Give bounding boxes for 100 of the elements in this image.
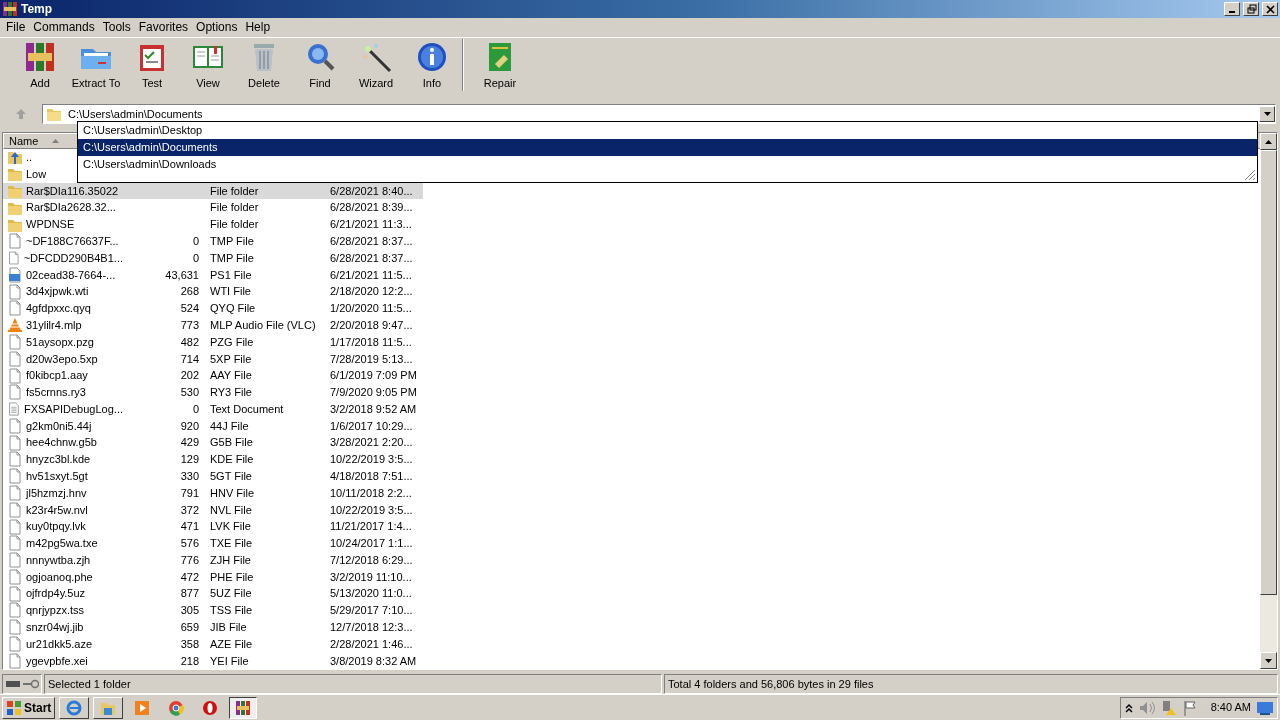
modified-date: 7/12/2018 6:29...	[330, 553, 413, 566]
flag-icon[interactable]	[1182, 699, 1197, 716]
file-row[interactable]: WPDNSE File folder 6/21/2021 11:3...	[3, 216, 423, 233]
file-row[interactable]: ..	[3, 149, 35, 166]
file-icon	[7, 602, 23, 619]
show-desktop-icon[interactable]	[1257, 700, 1273, 715]
file-name: 51aysopx.pzg	[26, 334, 94, 350]
suggestion-item[interactable]: C:\Users\admin\Downloads	[78, 156, 1257, 173]
file-name: ~DFCDD290B4B1...	[23, 250, 123, 266]
scroll-up-icon[interactable]	[1265, 139, 1272, 144]
file-row[interactable]: ~DFCDD290B4B1... 0 TMP File 6/28/2021 8:37...	[3, 249, 423, 267]
file-row[interactable]: snzr04wj.jib 659 JIB File 12/7/2018 12:3...	[3, 618, 423, 636]
modified-date: 11/21/2017 1:4...	[330, 520, 412, 533]
menu-item[interactable]: File	[2, 18, 30, 37]
folder-icon	[46, 106, 62, 122]
file-icon	[7, 417, 23, 434]
file-size: 877	[180, 587, 199, 600]
file-row[interactable]: ojfrdp4y.5uz 877 5UZ File 5/13/2020 11:0...	[3, 585, 423, 603]
file-type: LVK File	[210, 520, 251, 533]
menu-item[interactable]: Options	[192, 18, 242, 37]
column-header[interactable]: Name	[3, 133, 79, 149]
scroll-down-icon[interactable]	[1265, 658, 1272, 663]
file-row[interactable]: f0kibcp1.aay 202 AAY File 6/1/2019 7:09 PM	[3, 367, 423, 384]
chevron-icon[interactable]	[1124, 702, 1133, 713]
toolbar-button[interactable]: View	[180, 40, 236, 91]
suggestion-item[interactable]: C:\Users\admin\Desktop	[78, 122, 1257, 139]
file-row[interactable]: 3d4xjpwk.wti 268 WTI File 2/18/2020 12:2...	[3, 283, 423, 301]
file-row[interactable]: 4gfdpxxc.qyq 524 QYQ File 1/20/2020 11:5...	[3, 300, 423, 317]
dropdown-button[interactable]	[1259, 106, 1275, 122]
toolbar-button[interactable]: Extract To	[68, 40, 124, 91]
resize-grip-icon[interactable]	[1244, 169, 1256, 181]
file-row[interactable]: fs5crnns.ry3 530 RY3 File 7/9/2020 9:05 PM	[3, 383, 423, 401]
file-name: ojfrdp4y.5uz	[26, 586, 86, 602]
file-row[interactable]: ygevpbfe.xei 218 YEI File 3/8/2019 8:32 AM	[3, 652, 423, 669]
file-name: snzr04wj.jib	[26, 620, 84, 635]
file-row[interactable]: ~DF188C76637F... 0 TMP File 6/28/2021 8:37...	[3, 232, 423, 250]
modified-date: 6/21/2021 11:5...	[330, 268, 412, 281]
network-warning-icon[interactable]	[1160, 699, 1177, 716]
menu-item[interactable]: Tools	[98, 18, 135, 37]
modified-date: 3/8/2019 8:32 AM	[330, 654, 417, 667]
books-icon	[24, 40, 56, 73]
file-row[interactable]: hv51sxyt.5gt 330 5GT File 4/18/2018 7:51...	[3, 467, 423, 485]
toolbar-button[interactable]: Find	[292, 40, 348, 91]
toolbar-button[interactable]: Repair	[472, 40, 528, 91]
toolbar-button[interactable]: Add	[12, 40, 68, 91]
minimize-button[interactable]	[1224, 2, 1240, 16]
file-row[interactable]: jl5hzmzj.hnv 791 HNV File 10/11/2018 2:2...	[3, 484, 423, 502]
taskbar-button[interactable]	[229, 696, 258, 719]
caret-icon	[1263, 112, 1271, 116]
file-row[interactable]: ogjoanoq.phe 472 PHE File 3/2/2019 11:10...	[3, 568, 423, 586]
menu-item[interactable]: Help	[241, 18, 275, 37]
file-row[interactable]: kuy0tpqy.lvk 471 LVK File 11/21/2017 1:4...	[3, 518, 423, 535]
close-button[interactable]	[1262, 2, 1278, 16]
folder-icon	[7, 166, 23, 183]
toolbar-button[interactable]: Wizard	[348, 40, 404, 91]
file-row[interactable]: k23r4r5w.nvl 372 NVL File 10/22/2019 3:5...	[3, 501, 423, 519]
file-type: KDE File	[210, 453, 254, 466]
file-row[interactable]: 31ylilr4.mlp 773 MLP Audio File (VLC) 2/20/2018 9:47...	[3, 316, 423, 334]
toolbar-button[interactable]: Delete	[236, 40, 292, 91]
file-row[interactable]: nnnywtba.zjh 776 ZJH File 7/12/2018 6:29...	[3, 551, 423, 569]
toolbar-button[interactable]: Info	[404, 40, 460, 91]
file-row[interactable]: 02cead38-7664-... 43,631 PS1 File 6/21/2021 11:5...	[3, 266, 423, 284]
file-type: NVL File	[210, 503, 252, 516]
file-row[interactable]: Rar$DIa116.35022 File folder 6/28/2021 8:40...	[3, 182, 423, 200]
file-row[interactable]: FXSAPIDebugLog... 0 Text Document 3/2/2018 9:52 AM	[3, 400, 423, 418]
file-row[interactable]: ur21dkk5.aze 358 AZE File 2/28/2021 1:46...	[3, 635, 423, 653]
menu-item[interactable]: Commands	[29, 18, 99, 37]
modified-date: 4/18/2018 7:51...	[330, 470, 413, 482]
file-name: hv51sxyt.5gt	[26, 469, 88, 484]
scrollbar[interactable]	[1260, 133, 1277, 669]
start-button[interactable]: Start	[2, 696, 56, 719]
modified-date: 10/22/2019 3:5...	[330, 453, 413, 466]
script-file-icon	[7, 266, 23, 283]
modified-date: 10/11/2018 2:2...	[330, 486, 412, 499]
file-type: PZG File	[210, 335, 254, 348]
file-row[interactable]: hee4chnw.g5b 429 G5B File 3/28/2021 2:20...	[3, 434, 423, 452]
file-row[interactable]: g2km0ni5.44j 920 44J File 1/6/2017 10:29...	[3, 417, 423, 435]
file-size: 576	[180, 537, 199, 550]
file-row[interactable]: 51aysopx.pzg 482 PZG File 1/17/2018 11:5...	[3, 333, 423, 351]
restore-button[interactable]	[1243, 2, 1259, 16]
suggestion-item[interactable]: C:\Users\admin\Documents	[78, 139, 1257, 156]
text-file-icon	[7, 401, 21, 418]
file-type: TMP File	[210, 251, 254, 264]
modified-date: 6/1/2019 7:09 PM	[330, 369, 417, 382]
modified-date: 6/28/2021 8:40...	[330, 184, 413, 197]
file-row[interactable]: Low	[3, 165, 49, 183]
file-icon	[7, 434, 23, 451]
file-size: 471	[180, 520, 199, 533]
toolbar-button[interactable]: Test	[124, 40, 180, 91]
file-row[interactable]: m42pg5wa.txe 576 TXE File 10/24/2017 1:1...	[3, 534, 423, 552]
modified-date: 10/24/2017 1:1...	[330, 537, 413, 550]
window-title: Temp	[21, 1, 53, 18]
file-name: Rar$DIa116.35022	[26, 183, 119, 199]
file-row[interactable]: qnrjypzx.tss 305 TSS File 5/29/2017 7:10...	[3, 602, 423, 619]
modified-date: 3/28/2021 2:20...	[330, 436, 413, 449]
file-type: QYQ File	[210, 302, 256, 315]
menu-item[interactable]: Favorites	[134, 18, 193, 37]
file-row[interactable]: Rar$DIa2628.32... File folder 6/28/2021 8:39...	[3, 199, 423, 217]
file-row[interactable]: hnyzc3bl.kde 129 KDE File 10/22/2019 3:5...	[3, 451, 423, 468]
file-row[interactable]: d20w3epo.5xp 714 5XP File 7/28/2019 5:13...	[3, 350, 423, 368]
